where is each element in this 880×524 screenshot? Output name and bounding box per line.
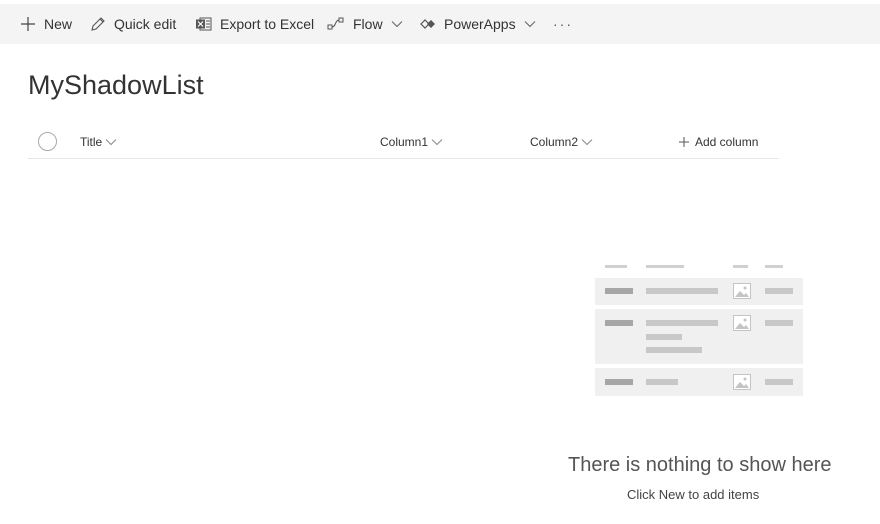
image-placeholder-icon xyxy=(733,315,751,331)
image-placeholder-icon xyxy=(733,283,751,299)
illustration-bar xyxy=(765,320,793,326)
excel-icon xyxy=(195,16,212,32)
select-all-checkbox[interactable] xyxy=(38,132,57,151)
powerapps-label: PowerApps xyxy=(444,16,516,32)
illustration-bar xyxy=(765,288,793,294)
new-label: New xyxy=(44,16,73,32)
export-to-excel-label: Export to Excel xyxy=(220,16,315,32)
illustration-card xyxy=(595,309,803,364)
illustration-bar xyxy=(605,320,633,326)
chevron-down-icon xyxy=(391,20,403,28)
plus-icon xyxy=(679,134,689,150)
chevron-down-icon xyxy=(431,138,443,146)
chevron-down-icon xyxy=(105,138,117,146)
illustration-bar xyxy=(646,265,684,268)
illustration-card xyxy=(595,368,803,396)
flow-button[interactable]: Flow xyxy=(327,4,403,44)
quick-edit-label: Quick edit xyxy=(114,16,177,32)
command-bar: New Quick edit Export to Excel Flow Powe… xyxy=(0,4,880,44)
chevron-down-icon xyxy=(581,138,593,146)
powerapps-icon xyxy=(420,17,436,31)
illustration-bar xyxy=(605,288,633,294)
add-column-button[interactable]: Add column xyxy=(679,124,758,159)
column-header-label: Column2 xyxy=(530,134,579,149)
image-placeholder-icon xyxy=(733,374,751,390)
empty-state-subtitle: Click New to add items xyxy=(627,487,760,502)
page-title: MyShadowList xyxy=(28,70,204,100)
illustration-bar xyxy=(605,379,633,385)
ellipsis-icon: ··· xyxy=(553,16,573,32)
illustration-bar xyxy=(646,379,678,385)
more-options-button[interactable]: ··· xyxy=(553,4,573,44)
chevron-down-icon xyxy=(524,20,536,28)
illustration-bar xyxy=(646,288,718,294)
add-column-label: Add column xyxy=(695,134,759,149)
column-header-label: Column1 xyxy=(380,134,429,149)
powerapps-button[interactable]: PowerApps xyxy=(420,4,536,44)
list-header-row: Title Column1 Column2 Add column xyxy=(28,124,779,159)
flow-label: Flow xyxy=(353,16,383,32)
illustration-bar xyxy=(765,265,783,268)
illustration-bar xyxy=(733,265,748,268)
new-button[interactable]: New xyxy=(20,4,72,44)
illustration-bar xyxy=(605,265,627,268)
flow-icon xyxy=(327,17,345,31)
illustration-bar xyxy=(646,334,682,340)
illustration-card xyxy=(595,278,803,305)
column-header-column2[interactable]: Column2 xyxy=(530,124,593,159)
pencil-icon xyxy=(90,16,106,32)
illustration-bar xyxy=(646,347,702,353)
empty-state-title: There is nothing to show here xyxy=(568,454,832,476)
column-header-column1[interactable]: Column1 xyxy=(380,124,443,159)
illustration-bar xyxy=(646,320,718,326)
plus-icon xyxy=(20,16,36,32)
column-header-title[interactable]: Title xyxy=(80,124,117,159)
quick-edit-button[interactable]: Quick edit xyxy=(90,4,176,44)
export-to-excel-button[interactable]: Export to Excel xyxy=(195,4,314,44)
empty-list-illustration xyxy=(595,262,803,396)
illustration-bar xyxy=(765,379,793,385)
column-header-label: Title xyxy=(80,134,103,149)
